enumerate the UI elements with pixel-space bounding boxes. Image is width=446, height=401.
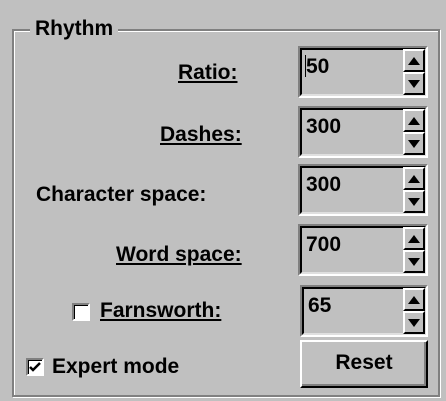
farnsworth-spin-down-button[interactable] bbox=[403, 311, 425, 334]
ratio-label: Ratio: bbox=[178, 58, 238, 88]
reset-button[interactable]: Reset bbox=[300, 340, 428, 388]
ratio-spin-down-button[interactable] bbox=[403, 72, 425, 95]
word-space-spin-up-button[interactable] bbox=[403, 227, 425, 250]
ratio-value[interactable]: 50 bbox=[306, 54, 329, 80]
farnsworth-spin-up-button[interactable] bbox=[403, 288, 425, 311]
arrow-up-icon bbox=[408, 116, 420, 125]
dashes-label-text: Dashes: bbox=[160, 123, 242, 146]
expert-mode-checkbox[interactable] bbox=[26, 358, 44, 376]
arrow-down-icon bbox=[408, 318, 420, 327]
word-space-label: Word space: bbox=[116, 240, 242, 270]
ratio-spin[interactable]: 50 bbox=[298, 46, 428, 98]
ratio-spin-up-button[interactable] bbox=[403, 49, 425, 72]
arrow-down-icon bbox=[408, 197, 420, 206]
word-space-value[interactable]: 700 bbox=[306, 232, 341, 258]
farnsworth-label: Farnsworth: bbox=[100, 296, 221, 326]
farnsworth-spin[interactable]: 65 bbox=[300, 285, 428, 337]
character-space-spin[interactable]: 300 bbox=[298, 164, 428, 216]
character-space-spin-up-button[interactable] bbox=[403, 167, 425, 190]
arrow-up-icon bbox=[408, 174, 420, 183]
expert-mode-label: Expert mode bbox=[52, 352, 179, 382]
arrow-down-icon bbox=[408, 79, 420, 88]
arrow-up-icon bbox=[408, 295, 420, 304]
arrow-up-icon bbox=[408, 56, 420, 65]
arrow-down-icon bbox=[408, 139, 420, 148]
farnsworth-value[interactable]: 65 bbox=[308, 293, 331, 319]
character-space-spin-down-button[interactable] bbox=[403, 190, 425, 213]
character-space-label-text: Character space: bbox=[36, 183, 207, 206]
rhythm-group-title: Rhythm bbox=[30, 14, 119, 44]
arrow-up-icon bbox=[408, 234, 420, 243]
dashes-spin[interactable]: 300 bbox=[298, 106, 428, 158]
farnsworth-label-text: Farnsworth: bbox=[100, 299, 222, 322]
word-space-spin-down-button[interactable] bbox=[403, 250, 425, 273]
expert-mode-label-text: Expert mode bbox=[52, 355, 180, 378]
character-space-value[interactable]: 300 bbox=[306, 172, 341, 198]
dashes-value[interactable]: 300 bbox=[306, 114, 341, 140]
word-space-spin[interactable]: 700 bbox=[298, 224, 428, 276]
farnsworth-checkbox[interactable] bbox=[72, 303, 90, 321]
arrow-down-icon bbox=[408, 257, 420, 266]
dashes-label: Dashes: bbox=[160, 120, 242, 150]
text-caret bbox=[305, 55, 306, 77]
dashes-spin-down-button[interactable] bbox=[403, 132, 425, 155]
dashes-spin-up-button[interactable] bbox=[403, 109, 425, 132]
word-space-label-text: Word space: bbox=[116, 243, 242, 266]
checkmark-icon bbox=[29, 362, 41, 372]
ratio-label-text: Ratio: bbox=[178, 61, 238, 84]
character-space-label: Character space: bbox=[36, 180, 206, 210]
